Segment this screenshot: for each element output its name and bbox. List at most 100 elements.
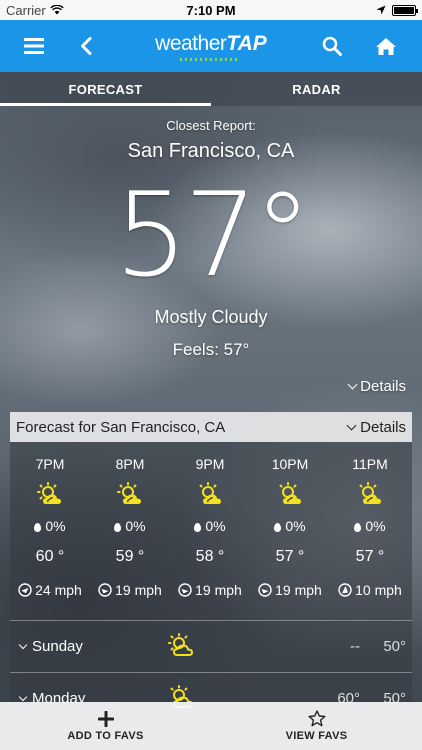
tab-forecast[interactable]: FORECAST [0, 72, 211, 106]
search-button[interactable] [310, 20, 354, 72]
hour-precip-value: 0% [45, 518, 66, 534]
tab-radar[interactable]: RADAR [211, 72, 422, 106]
hour-temp: 57 ° [275, 548, 305, 565]
forecast-details-button[interactable]: Details [346, 418, 406, 436]
chevron-down-icon [18, 692, 28, 701]
hour-wind-value: 10 mph [355, 582, 402, 598]
hour-wind: 10 mph [330, 582, 410, 598]
battery-level [394, 6, 414, 14]
hour-wind: 24 mph [10, 582, 90, 598]
partly-cloudy-sun-icon [37, 482, 61, 504]
hour-precip: 0% [90, 518, 170, 534]
plus-icon [97, 710, 114, 727]
hourly-item: 9PM 0% 58 ° 19 mph [170, 442, 250, 612]
wind-direction-icon [18, 583, 32, 597]
star-icon [308, 710, 325, 727]
raindrop-icon [34, 523, 42, 532]
hour-wind: 19 mph [90, 582, 170, 598]
hour-wind-value: 19 mph [115, 582, 162, 598]
home-icon [376, 37, 396, 55]
add-to-favs-label: ADD TO FAVS [67, 729, 144, 742]
hourly-forecast: 7PM 0% 60 ° 24 mph 8PM 0% 59 ° 19 mph 9P… [10, 442, 412, 612]
logo-underline-dots [180, 58, 240, 61]
status-right [376, 4, 418, 16]
hour-wind: 19 mph [170, 582, 250, 598]
partly-cloudy-sun-icon [168, 633, 194, 656]
hour-wind: 19 mph [250, 582, 330, 598]
raindrop-icon [274, 523, 282, 532]
hour-precip: 0% [330, 518, 410, 534]
current-details-button[interactable]: Details [347, 378, 406, 395]
tab-bar: FORECAST RADAR [0, 72, 422, 106]
chevron-down-icon [18, 640, 28, 649]
hour-precip: 0% [250, 518, 330, 534]
hourly-item: 10PM 0% 57 ° 19 mph [250, 442, 330, 612]
hour-wind-value: 24 mph [35, 582, 82, 598]
raindrop-icon [114, 523, 122, 532]
wifi-icon [50, 5, 64, 15]
day-name: Sunday [32, 638, 83, 655]
location-name: San Francisco, CA [127, 140, 295, 162]
hour-time: 9PM [195, 456, 225, 472]
hour-time: 8PM [115, 456, 145, 472]
chevron-down-icon [346, 420, 357, 430]
partly-cloudy-sun-icon [117, 482, 141, 504]
view-favs-label: VIEW FAVS [285, 730, 348, 742]
forecast-panel-header: Forecast for San Francisco, CA Details [10, 412, 412, 442]
hour-temp: 60 ° [35, 548, 65, 565]
hourly-item: 11PM 0% 57 ° 10 mph [330, 442, 410, 612]
forecast-details-label: Details [360, 418, 406, 436]
raindrop-icon [354, 523, 362, 532]
search-icon [322, 36, 342, 56]
hour-precip: 0% [10, 518, 90, 534]
hour-time: 11PM [352, 456, 388, 472]
logo-text-weather: weather [155, 32, 227, 55]
current-temperature: 57° [114, 168, 312, 303]
hourly-item: 7PM 0% 60 ° 24 mph [10, 442, 90, 612]
back-button[interactable] [64, 20, 108, 72]
view-favs-button[interactable]: VIEW FAVS [211, 702, 422, 750]
carrier-label: Carrier [6, 2, 46, 18]
forecast-panel-title: Forecast for San Francisco, CA [16, 418, 226, 436]
current-details-label: Details [360, 378, 406, 395]
hour-temp: 57 ° [355, 548, 385, 565]
hour-precip-value: 0% [365, 518, 386, 534]
status-left: Carrier [6, 3, 64, 18]
wind-direction-icon [98, 583, 112, 597]
bottom-toolbar: ADD TO FAVS VIEW FAVS [0, 702, 422, 750]
wind-direction-icon [178, 583, 192, 597]
hour-precip-value: 0% [125, 518, 146, 534]
add-to-favs-button[interactable]: ADD TO FAVS [0, 702, 211, 750]
hour-temp: 58 ° [195, 548, 225, 565]
hourly-item: 8PM 0% 59 ° 19 mph [90, 442, 170, 612]
hour-temp: 59 ° [115, 548, 145, 565]
hour-precip-value: 0% [205, 518, 226, 534]
hour-precip: 0% [170, 518, 250, 534]
hour-wind-value: 19 mph [275, 582, 322, 598]
closest-report-label: Closest Report: [166, 118, 256, 133]
wind-direction-icon [338, 583, 352, 597]
location-arrow-icon [376, 5, 386, 15]
day-low: 50° [383, 638, 406, 655]
status-bar: Carrier 7:10 PM [0, 0, 422, 20]
feels-like: Feels: 57° [172, 340, 250, 359]
hour-time: 7PM [35, 456, 65, 472]
hour-time: 10PM [271, 456, 309, 472]
forecast-panel: Forecast for San Francisco, CA Details 7… [10, 412, 412, 710]
battery-icon [392, 4, 418, 16]
partly-cloudy-sun-icon [199, 482, 221, 504]
chevron-down-icon [347, 379, 358, 390]
daily-row-sunday[interactable]: Sunday -- 50° [10, 621, 412, 673]
partly-cloudy-sun-icon [359, 482, 381, 504]
logo-text-tap: TAP [226, 32, 267, 55]
hour-wind-value: 19 mph [195, 582, 242, 598]
wind-direction-icon [258, 583, 272, 597]
hamburger-menu-icon [24, 38, 44, 54]
menu-button[interactable] [12, 20, 56, 72]
current-condition: Mostly Cloudy [154, 307, 268, 327]
home-button[interactable] [364, 20, 408, 72]
day-high: -- [350, 638, 360, 655]
daily-forecast: Sunday -- 50° Monday 60° 50° [10, 620, 412, 710]
chevron-left-icon [81, 37, 92, 55]
partly-cloudy-sun-icon [279, 482, 301, 504]
